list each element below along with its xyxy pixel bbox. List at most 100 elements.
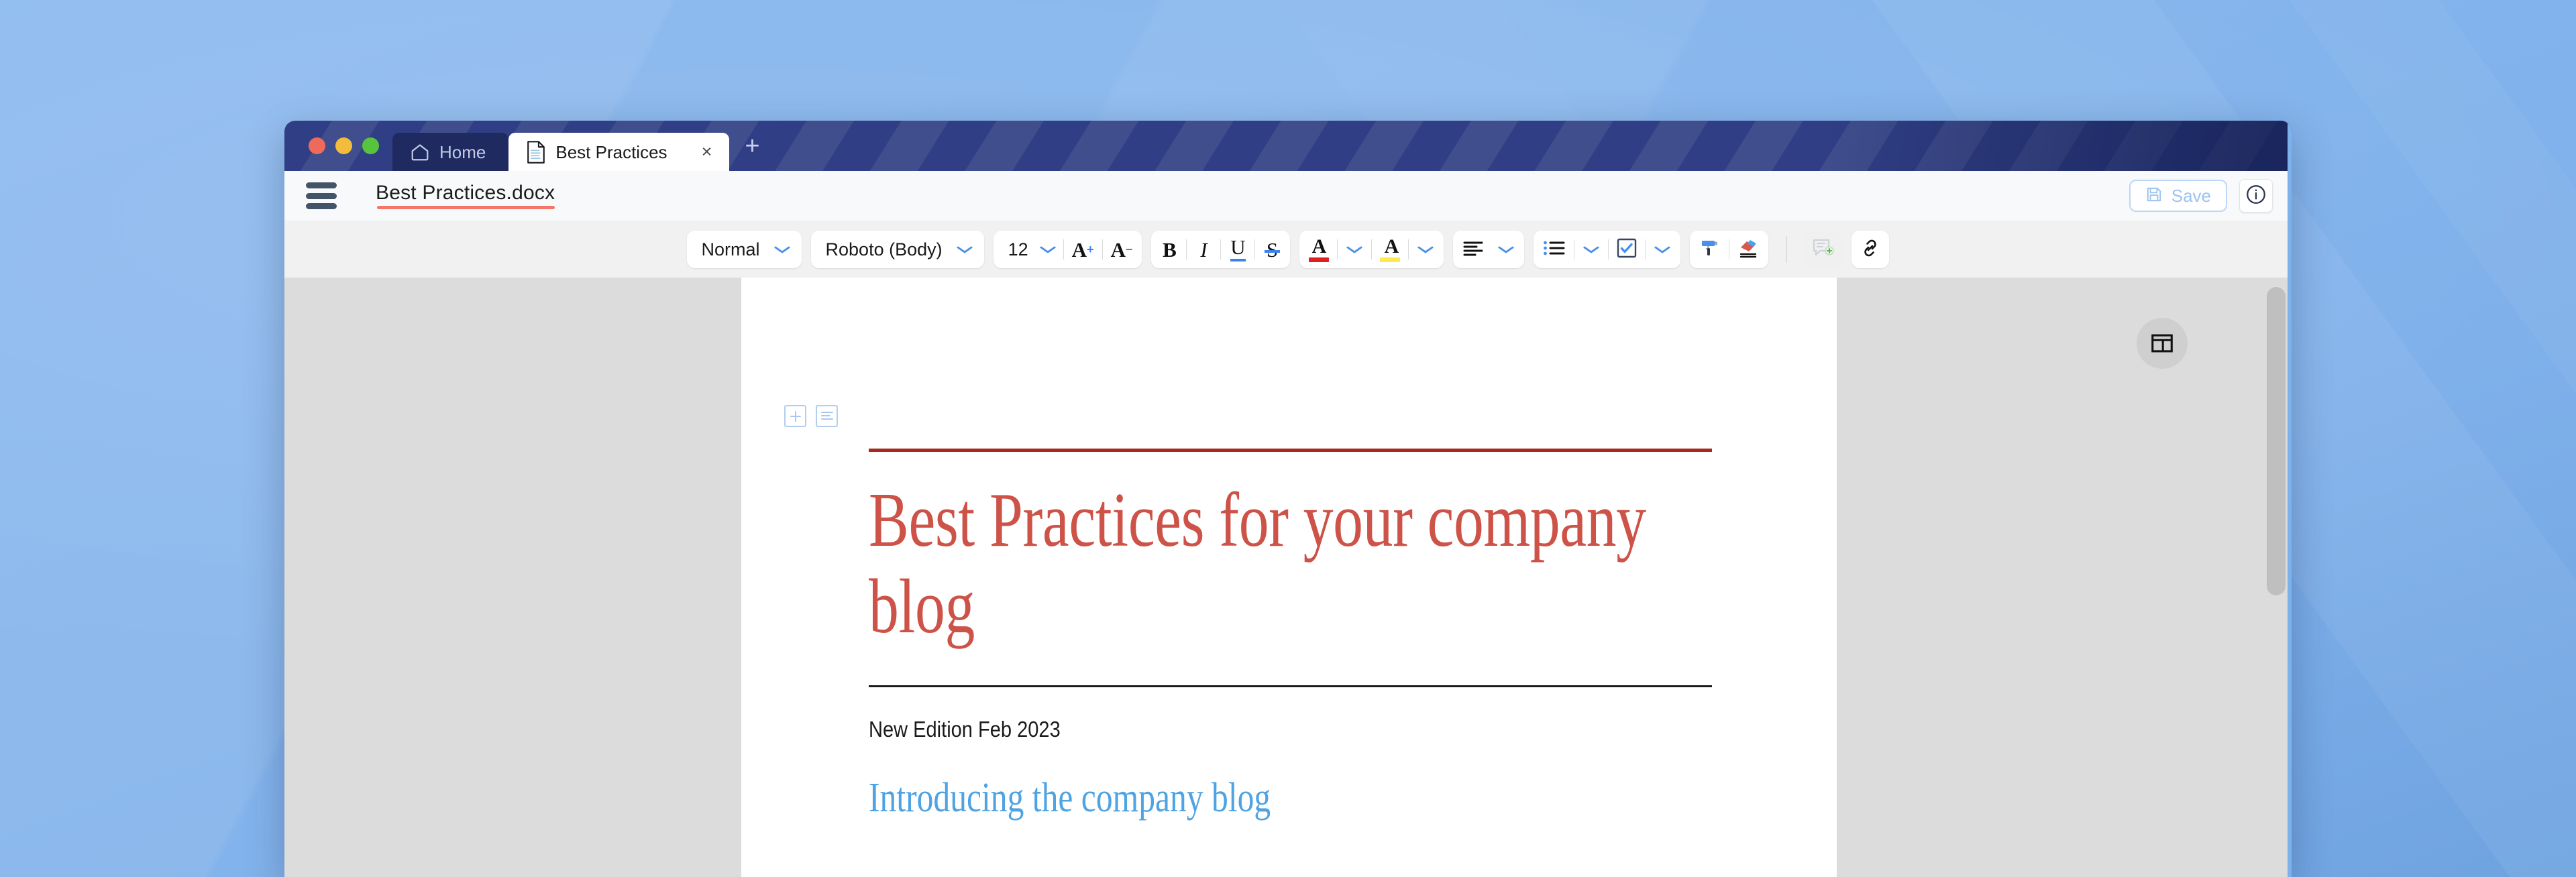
strikethrough-button[interactable]: S (1256, 232, 1287, 267)
text-color-dropdown[interactable] (1339, 232, 1370, 267)
home-icon (410, 142, 430, 162)
document-title[interactable]: Best Practices for your company blog (869, 477, 1711, 650)
checklist-button[interactable] (1610, 232, 1644, 267)
font-family-value: Roboto (Body) (825, 239, 943, 259)
format-painter-button[interactable] (1693, 232, 1727, 267)
floppy-disk-icon (2145, 186, 2163, 206)
document-section-heading[interactable]: Introducing the company blog (869, 774, 1719, 822)
font-size-select[interactable]: 12 (996, 231, 1062, 268)
save-button-label: Save (2171, 186, 2211, 206)
bold-button[interactable]: B (1154, 232, 1185, 267)
paragraph-style-value: Normal (701, 239, 760, 259)
align-button[interactable] (1456, 232, 1491, 267)
text-color-icon: A (1309, 236, 1330, 262)
plus-icon (790, 410, 801, 422)
list-group (1534, 231, 1681, 268)
toolbar-separator (1408, 239, 1409, 259)
filename-field-wrapper[interactable]: Best Practices.docx (376, 182, 555, 209)
highlight-color-glyph: A (1384, 235, 1399, 257)
alignment-dropdown[interactable] (1491, 232, 1521, 267)
highlight-color-dropdown[interactable] (1410, 232, 1441, 267)
layout-template-button[interactable] (2137, 318, 2188, 369)
tab-best-practices-label: Best Practices (555, 141, 667, 162)
increase-font-size-button[interactable]: A + (1065, 232, 1101, 267)
paragraph-style-group: Normal (686, 231, 802, 268)
add-block-button[interactable] (784, 405, 806, 427)
text-color-button[interactable]: A (1302, 232, 1336, 267)
decrease-font-size-button[interactable]: A − (1104, 232, 1140, 267)
toolbar-separator (1186, 239, 1187, 259)
block-handles (784, 405, 838, 427)
window-titlebar: Home Best Practices × + (284, 121, 2292, 171)
bullet-list-button[interactable] (1536, 232, 1572, 267)
checklist-dropdown[interactable] (1647, 232, 1678, 267)
vertical-scrollbar-thumb[interactable] (2267, 287, 2286, 595)
filename-underline (377, 205, 555, 209)
chevron-down-icon (1654, 242, 1672, 257)
decrease-font-size-sup: − (1125, 243, 1133, 256)
font-size-group: 12 A + A − (993, 231, 1142, 268)
formatting-toolbar: Normal Roboto (Body) 12 A + A − B I U S … (284, 221, 2292, 278)
traffic-light-controls (284, 121, 392, 171)
bold-icon: B (1163, 237, 1177, 261)
chevron-down-icon (1582, 242, 1601, 257)
hamburger-menu-icon[interactable] (306, 182, 342, 209)
maximize-window-button[interactable] (362, 137, 379, 154)
bullet-list-dropdown[interactable] (1576, 232, 1607, 267)
highlight-color-swatch (1380, 257, 1401, 262)
document-content[interactable]: Best Practices for your company blog New… (869, 278, 1712, 822)
underline-button[interactable]: U (1222, 232, 1253, 267)
paragraph-options-button[interactable] (816, 405, 838, 427)
chevron-down-icon (1497, 242, 1516, 257)
increase-font-size-glyph: A (1071, 237, 1087, 261)
new-tab-button[interactable]: + (737, 131, 768, 162)
add-comment-button[interactable] (1805, 231, 1843, 268)
info-button[interactable] (2239, 179, 2273, 213)
clear-formatting-button[interactable] (1731, 232, 1766, 267)
link-icon (1860, 237, 1881, 262)
italic-button[interactable]: I (1188, 232, 1219, 267)
application-window: Home Best Practices × + Best Practices.d… (284, 121, 2292, 877)
document-subtitle[interactable]: New Edition Feb 2023 (869, 717, 1611, 742)
close-tab-icon[interactable]: × (697, 143, 717, 161)
tab-home-label: Home (439, 141, 486, 162)
paragraph-lines-icon (820, 411, 833, 420)
highlight-color-icon: A (1380, 235, 1401, 262)
document-page[interactable]: Best Practices for your company blog New… (741, 278, 1837, 877)
toolbar-separator (1254, 239, 1256, 259)
paragraph-style-select[interactable]: Normal (690, 231, 799, 268)
chevron-down-icon (1417, 242, 1436, 257)
save-button[interactable]: Save (2129, 180, 2227, 212)
tab-strip: Home Best Practices × + (392, 121, 2292, 171)
document-canvas[interactable]: Best Practices for your company blog New… (284, 278, 2292, 877)
tab-best-practices[interactable]: Best Practices × (508, 133, 729, 171)
info-circle-icon (2245, 183, 2267, 209)
paint-roller-icon (1699, 237, 1721, 262)
toolbar-separator (1371, 239, 1373, 259)
format-tools-group (1690, 231, 1769, 268)
insert-group (1805, 231, 1890, 268)
underline-icon: U (1230, 237, 1246, 261)
decrease-font-size-glyph: A (1110, 237, 1126, 261)
color-group: A A (1299, 231, 1444, 268)
checklist-icon (1617, 238, 1637, 261)
toolbar-separator (1063, 239, 1064, 259)
alignment-group (1453, 231, 1525, 268)
minimize-window-button[interactable] (335, 137, 352, 154)
toolbar-separator (1220, 239, 1222, 259)
eraser-icon (1737, 237, 1759, 262)
toolbar-separator (1337, 239, 1338, 259)
align-left-icon (1462, 239, 1484, 260)
tab-home[interactable]: Home (392, 133, 509, 171)
header-actions: Save (2129, 179, 2273, 213)
strikethrough-icon: S (1264, 237, 1281, 261)
font-family-select[interactable]: Roboto (Body) (814, 231, 981, 268)
bullet-list-icon (1543, 239, 1566, 260)
close-window-button[interactable] (309, 137, 325, 154)
font-size-value: 12 (1008, 239, 1028, 259)
layout-template-icon (2151, 334, 2173, 353)
filename-label[interactable]: Best Practices.docx (376, 182, 555, 209)
insert-link-button[interactable] (1851, 231, 1890, 268)
highlight-color-button[interactable]: A (1373, 232, 1407, 267)
chevron-down-icon (1346, 242, 1364, 257)
